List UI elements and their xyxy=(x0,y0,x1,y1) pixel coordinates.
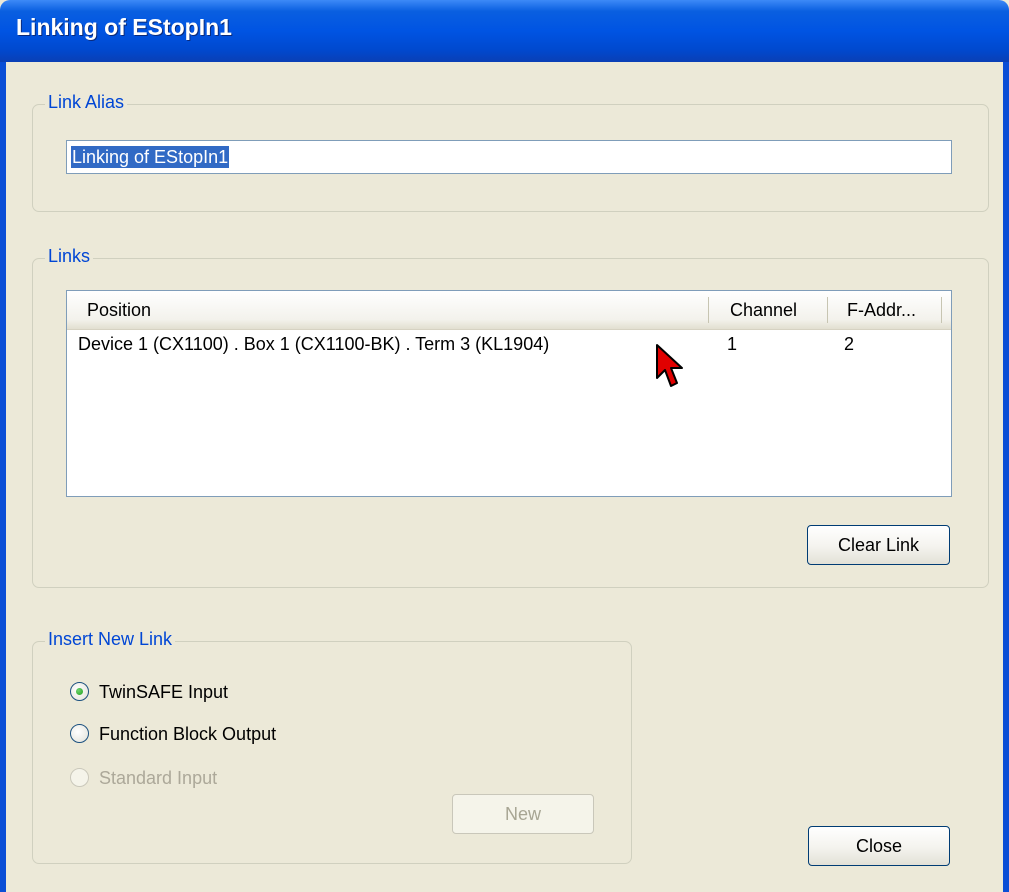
link-alias-input[interactable]: Linking of EStopIn1 xyxy=(66,140,952,174)
cell-f-addr: 2 xyxy=(844,334,855,354)
column-header-f-addr[interactable]: F-Addr... xyxy=(847,291,916,329)
window-title: Linking of EStopIn1 xyxy=(16,14,232,40)
cell-position: Device 1 (CX1100) . Box 1 (CX1100-BK) . … xyxy=(78,334,550,354)
new-link-button: New xyxy=(452,794,594,834)
radio-disabled-icon xyxy=(70,768,89,787)
column-header-position[interactable]: Position xyxy=(87,291,151,329)
radio-dot xyxy=(76,688,83,695)
column-divider[interactable] xyxy=(941,297,942,323)
radio-selected-icon[interactable] xyxy=(70,682,89,701)
radio-label: Standard Input xyxy=(99,768,218,788)
insert-new-link-legend: Insert New Link xyxy=(45,629,176,650)
radio-label: Function Block Output xyxy=(99,724,277,744)
radio-label: TwinSAFE Input xyxy=(99,682,229,702)
links-list[interactable]: Position Channel F-Addr... Device 1 (CX1… xyxy=(66,290,952,497)
dialog-window: Linking of EStopIn1 Link Alias Linking o… xyxy=(0,0,1009,892)
radio-unselected-icon[interactable] xyxy=(70,724,89,743)
table-row[interactable]: Device 1 (CX1100) . Box 1 (CX1100-BK) . … xyxy=(67,331,951,357)
clear-link-button[interactable]: Clear Link xyxy=(807,525,950,565)
column-divider[interactable] xyxy=(827,297,828,323)
title-bar[interactable]: Linking of EStopIn1 xyxy=(0,0,1009,62)
column-header-channel[interactable]: Channel xyxy=(730,291,797,329)
cell-channel: 1 xyxy=(727,334,738,354)
window-frame-right xyxy=(1003,62,1009,892)
link-alias-value: Linking of EStopIn1 xyxy=(71,146,230,168)
close-button[interactable]: Close xyxy=(808,826,950,866)
link-alias-legend: Link Alias xyxy=(45,92,128,113)
column-divider[interactable] xyxy=(708,297,709,323)
links-list-header: Position Channel F-Addr... xyxy=(67,291,951,330)
mouse-pointer-icon xyxy=(656,344,683,387)
window-frame-left xyxy=(0,62,6,892)
links-legend: Links xyxy=(45,246,94,267)
